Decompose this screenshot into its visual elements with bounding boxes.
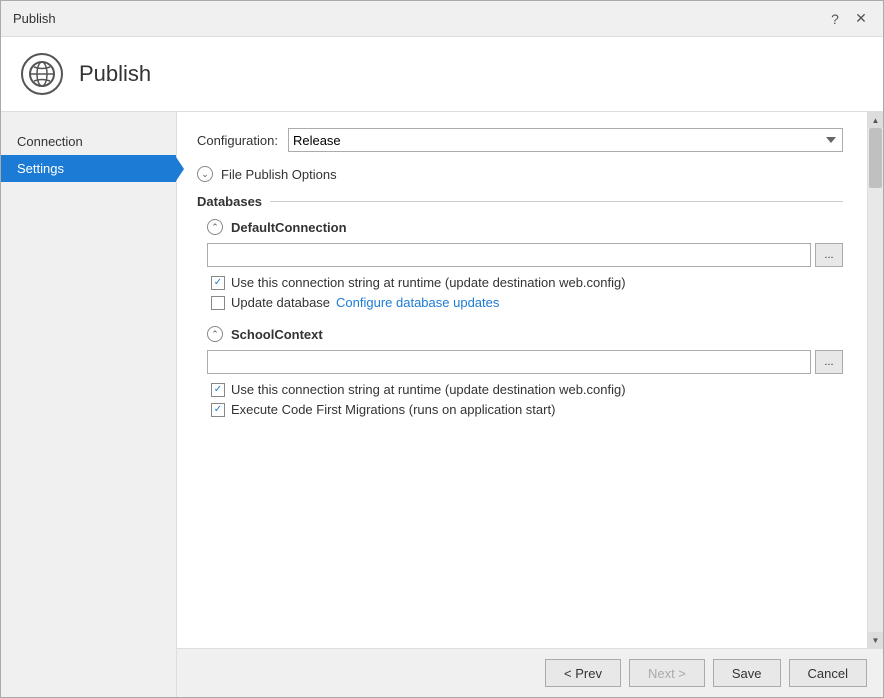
scrollbar[interactable]: ▲ ▼: [867, 112, 883, 648]
school-context-input[interactable]: [207, 350, 811, 374]
close-button[interactable]: ✕: [851, 9, 871, 29]
configure-database-updates-link[interactable]: Configure database updates: [336, 295, 499, 310]
publish-dialog: Publish ? ✕ Publish Connection Se: [0, 0, 884, 698]
school-context-input-row: ...: [207, 350, 843, 374]
school-context-section: ⌃ SchoolContext ... Use this connection …: [197, 326, 843, 417]
default-connection-toggle-icon: ⌃: [207, 219, 223, 235]
use-connection-string-default-label: Use this connection string at runtime (u…: [231, 275, 626, 290]
title-bar: Publish ? ✕: [1, 1, 883, 37]
use-connection-string-school-checkbox[interactable]: [211, 383, 225, 397]
config-select[interactable]: Release Debug: [288, 128, 843, 152]
inner-content: Configuration: Release Debug ⌄ File Publ…: [197, 128, 863, 417]
use-connection-string-school-label: Use this connection string at runtime (u…: [231, 382, 626, 397]
execute-migrations-school-label: Execute Code First Migrations (runs on a…: [231, 402, 555, 417]
default-cb-row-1: Use this connection string at runtime (u…: [207, 275, 843, 290]
title-bar-left: Publish: [13, 11, 56, 26]
scrollbar-thumb[interactable]: [869, 128, 882, 188]
default-connection-input-row: ...: [207, 243, 843, 267]
sidebar-item-connection[interactable]: Connection: [1, 128, 176, 155]
databases-label: Databases: [197, 194, 843, 209]
next-button[interactable]: Next >: [629, 659, 705, 687]
school-context-header[interactable]: ⌃ SchoolContext: [207, 326, 843, 342]
default-cb-row-2: Update database Configure database updat…: [207, 295, 843, 310]
prev-button[interactable]: < Prev: [545, 659, 621, 687]
default-connection-name: DefaultConnection: [231, 220, 347, 235]
execute-migrations-school-checkbox[interactable]: [211, 403, 225, 417]
school-cb-row-1: Use this connection string at runtime (u…: [207, 382, 843, 397]
content-area: Connection Settings Configuration: Relea…: [1, 112, 883, 697]
school-context-name: SchoolContext: [231, 327, 323, 342]
default-connection-input[interactable]: [207, 243, 811, 267]
default-connection-header[interactable]: ⌃ DefaultConnection: [207, 219, 843, 235]
header-title: Publish: [79, 61, 151, 87]
school-cb-row-2: Execute Code First Migrations (runs on a…: [207, 402, 843, 417]
save-button[interactable]: Save: [713, 659, 781, 687]
scrollbar-up-arrow[interactable]: ▲: [868, 112, 884, 128]
title-bar-controls: ? ✕: [825, 9, 871, 29]
footer: < Prev Next > Save Cancel: [177, 648, 883, 697]
title-bar-title: Publish: [13, 11, 56, 26]
update-database-default-label: Update database: [231, 295, 330, 310]
scrollbar-track[interactable]: [868, 128, 883, 632]
main-content: Configuration: Release Debug ⌄ File Publ…: [176, 112, 883, 697]
scrollbar-down-arrow[interactable]: ▼: [868, 632, 884, 648]
default-connection-browse-button[interactable]: ...: [815, 243, 843, 267]
file-publish-options-label: File Publish Options: [221, 167, 337, 182]
header-area: Publish: [1, 37, 883, 112]
sidebar: Connection Settings: [1, 112, 176, 697]
school-context-browse-button[interactable]: ...: [815, 350, 843, 374]
config-row: Configuration: Release Debug: [197, 128, 843, 152]
file-publish-toggle-icon: ⌄: [197, 166, 213, 182]
file-publish-options-header[interactable]: ⌄ File Publish Options: [197, 166, 843, 182]
publish-icon: [21, 53, 63, 95]
config-label: Configuration:: [197, 133, 278, 148]
school-context-toggle-icon: ⌃: [207, 326, 223, 342]
scrollable-content: Configuration: Release Debug ⌄ File Publ…: [177, 112, 883, 648]
databases-section: Databases ⌃ DefaultConnection ...: [197, 194, 843, 417]
use-connection-string-default-checkbox[interactable]: [211, 276, 225, 290]
update-database-default-checkbox[interactable]: [211, 296, 225, 310]
help-button[interactable]: ?: [825, 9, 845, 29]
sidebar-item-settings[interactable]: Settings: [1, 155, 176, 182]
default-connection-section: ⌃ DefaultConnection ... Use this connect…: [197, 219, 843, 310]
cancel-button[interactable]: Cancel: [789, 659, 867, 687]
